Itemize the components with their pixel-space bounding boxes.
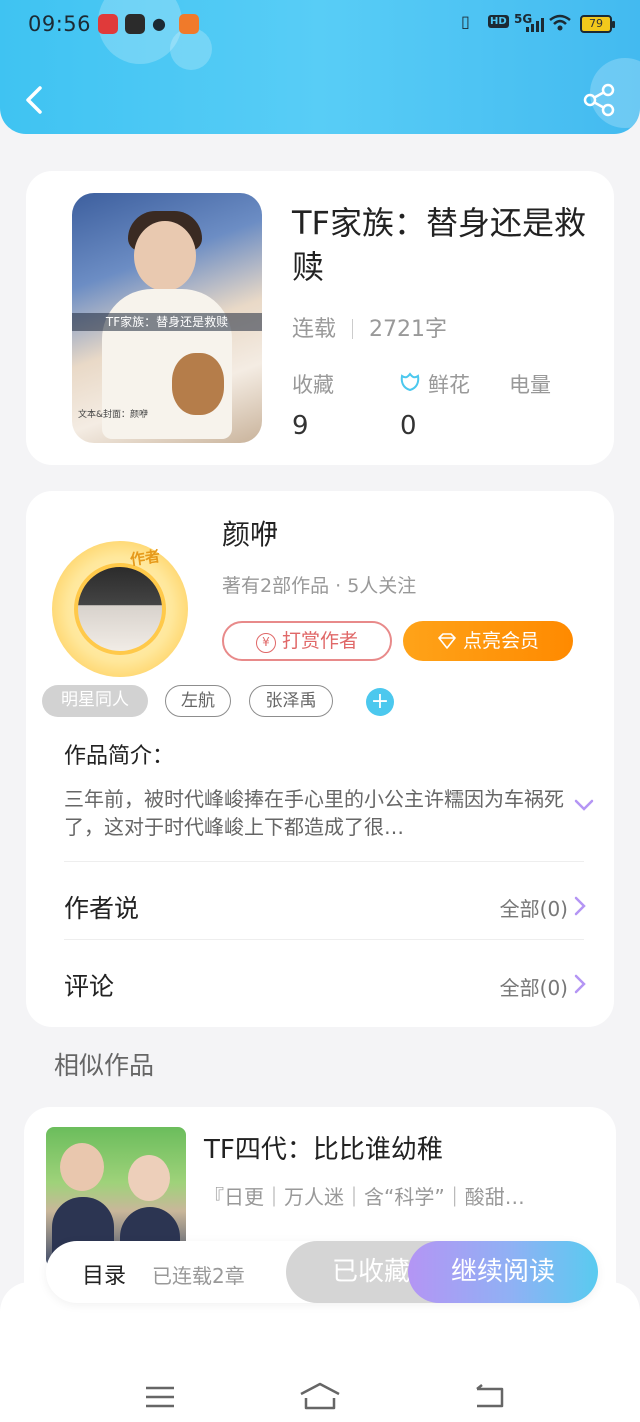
- author-name[interactable]: 颜咿: [222, 513, 278, 553]
- book-cover[interactable]: TF家族：替身还是救赎 文本&封面：颜咿: [72, 193, 262, 443]
- vibrate-icon: ▯: [461, 12, 470, 31]
- chevron-right-icon[interactable]: [573, 973, 587, 995]
- signal-bars-icon: [526, 18, 544, 32]
- author-badge: 作者: [128, 546, 162, 569]
- diamond-icon: [438, 633, 456, 649]
- toc-button[interactable]: 目录: [82, 1258, 126, 1290]
- menu-icon[interactable]: [143, 1382, 177, 1412]
- hd-icon: HD: [488, 15, 509, 28]
- tag-chip[interactable]: 张泽禹: [249, 685, 333, 717]
- divider: [64, 861, 584, 862]
- back-nav-icon[interactable]: [472, 1382, 506, 1412]
- avatar: [74, 563, 166, 655]
- share-icon[interactable]: [580, 80, 620, 120]
- add-tag-button[interactable]: +: [366, 688, 394, 716]
- netease-music-icon: [98, 14, 118, 34]
- wifi-icon: [549, 14, 571, 31]
- flower-icon: [400, 372, 420, 392]
- status-bar: 09:56 ● ▯ HD 5G 79: [0, 0, 640, 52]
- wechat-icon: ●: [152, 14, 166, 33]
- book-title: TF家族：替身还是救赎: [292, 204, 586, 286]
- chevron-right-icon[interactable]: [573, 895, 587, 917]
- chevron-down-icon[interactable]: [573, 797, 595, 813]
- tip-author-button[interactable]: ¥ 打赏作者: [222, 621, 392, 661]
- vip-button[interactable]: 点亮会员: [403, 621, 573, 661]
- teddy-bear-image: [172, 353, 224, 415]
- meta-separator: [352, 319, 354, 339]
- home-icon[interactable]: [298, 1382, 342, 1412]
- continue-reading-button[interactable]: 继续阅读: [408, 1241, 598, 1303]
- cover-figure: [128, 1155, 170, 1201]
- stat-power-label[interactable]: 电量: [509, 369, 551, 399]
- intro-title: 作品简介：: [64, 744, 175, 769]
- comments-all[interactable]: 全部(0): [500, 972, 568, 1001]
- book-status: 连载: [292, 317, 337, 342]
- book-info-card: TF家族：替身还是救赎 文本&封面：颜咿 TF家族：替身还是救赎 连载 2721字…: [26, 171, 614, 465]
- stat-favorites-value: 9: [292, 411, 309, 441]
- similar-work-title[interactable]: TF四代：比比谁幼稚: [204, 1129, 443, 1166]
- battery-icon: 79: [580, 15, 615, 33]
- yen-icon: ¥: [255, 633, 276, 653]
- similar-works-heading: 相似作品: [54, 1051, 155, 1080]
- back-arrow-icon[interactable]: [18, 80, 54, 120]
- author-stats: 著有2部作品 · 5人关注: [222, 575, 417, 597]
- scissors-app-icon: [125, 14, 145, 34]
- app-header: 09:56 ● ▯ HD 5G 79: [0, 0, 640, 134]
- vip-label: 点亮会员: [462, 630, 539, 652]
- comments-title[interactable]: 评论: [64, 967, 114, 1003]
- intro-text[interactable]: 三年前，被时代峰峻捧在手心里的小公主许糯因为车祸死了，这对于时代峰峻上下都造成了…: [64, 785, 564, 841]
- cover-credit: 文本&封面：颜咿: [78, 410, 149, 420]
- stat-flowers-value: 0: [400, 411, 417, 441]
- author-avatar-frame[interactable]: 作者: [52, 541, 188, 677]
- similar-work-desc: 『日更｜万人迷｜含“科学”｜酸甜…: [204, 1185, 525, 1209]
- bottom-action-bar: 目录 已连载2章 已收藏 继续阅读: [46, 1241, 598, 1303]
- author-card: 作者 颜咿 著有2部作品 · 5人关注 ¥ 打赏作者 点亮会员 明星同人 左航 张…: [26, 491, 614, 1027]
- stat-favorites-label: 收藏: [292, 373, 334, 397]
- author-says-title[interactable]: 作者说: [64, 889, 139, 925]
- system-nav-bar: [0, 1282, 640, 1422]
- home-app-icon: [179, 14, 199, 34]
- stat-flowers-label[interactable]: 鲜花: [428, 369, 470, 399]
- divider: [64, 939, 584, 940]
- status-time: 09:56: [28, 12, 92, 36]
- author-says-all[interactable]: 全部(0): [500, 893, 568, 922]
- tag-chip[interactable]: 明星同人: [42, 685, 148, 717]
- tag-chip[interactable]: 左航: [165, 685, 231, 717]
- cover-figure: [60, 1143, 104, 1191]
- cover-title-band: TF家族：替身还是救赎: [72, 313, 262, 331]
- chapter-count: 已连载2章: [152, 1264, 245, 1288]
- cover-figure: [134, 221, 196, 291]
- book-word-count: 2721字: [369, 317, 448, 342]
- tip-author-label: 打赏作者: [281, 630, 358, 652]
- book-meta: 连载 2721字: [292, 311, 447, 343]
